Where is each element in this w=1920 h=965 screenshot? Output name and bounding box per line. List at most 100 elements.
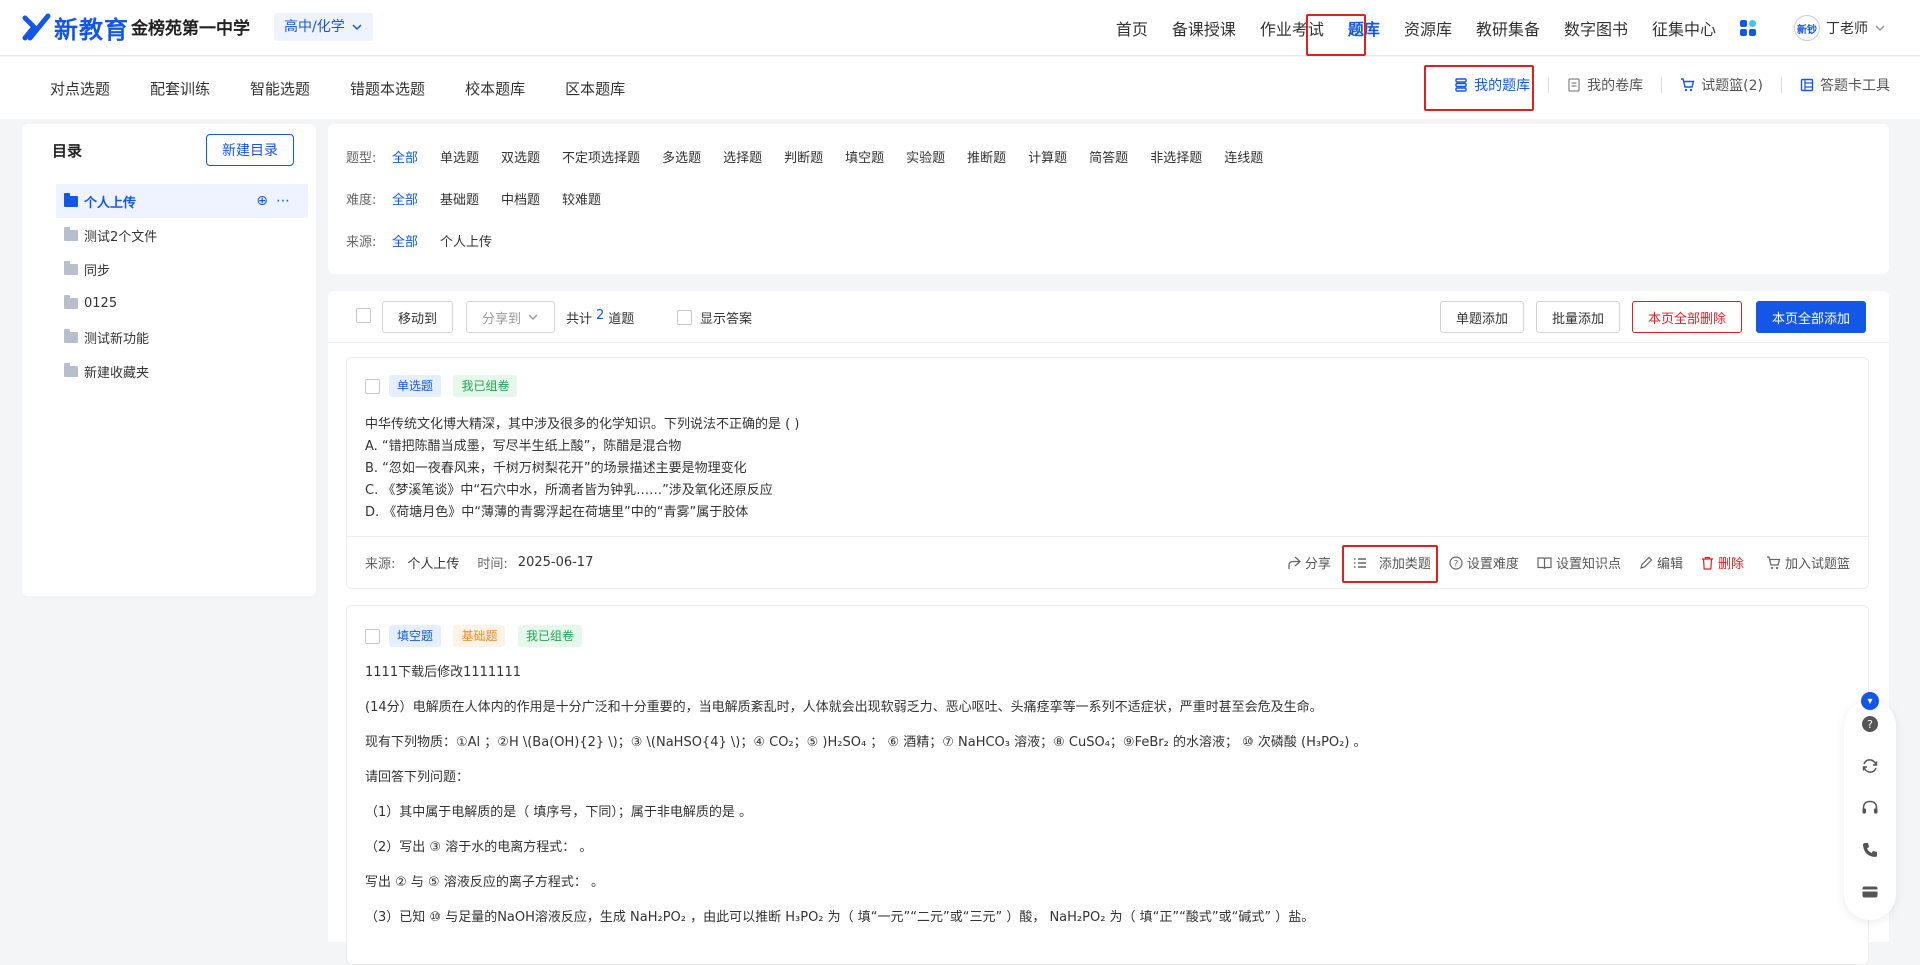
add-similar-action[interactable]: 添加类题 — [1353, 553, 1431, 572]
directory-label: 测试新功能 — [84, 331, 150, 347]
question-checkbox[interactable] — [365, 379, 380, 394]
phone-icon[interactable] — [1860, 840, 1880, 860]
nav-collection-center[interactable]: 征集中心 — [1652, 16, 1716, 40]
directory-item[interactable]: 0125 — [56, 286, 308, 320]
filter-type-option[interactable]: 不定项选择题 — [562, 147, 640, 166]
new-directory-button[interactable]: 新建目录 — [206, 134, 294, 166]
filter-difficulty-option[interactable]: 中档题 — [501, 189, 540, 208]
subtab-district-bank[interactable]: 区本题库 — [565, 78, 625, 99]
nav-question-bank[interactable]: 题库 — [1348, 16, 1380, 40]
question-line: (14分）电解质在人体内的作用是十分广泛和十分重要的，当电解质紊乱时，人体就会出… — [365, 700, 1323, 715]
filter-type-option[interactable]: 计算题 — [1028, 147, 1067, 166]
filter-type-option[interactable]: 全部 — [392, 147, 418, 166]
delete-action[interactable]: 删除 — [1701, 553, 1744, 572]
show-answer-checkbox[interactable] — [677, 310, 692, 325]
filter-type-option[interactable]: 判断题 — [784, 147, 823, 166]
card-icon[interactable] — [1860, 882, 1880, 902]
single-add-button[interactable]: 单题添加 — [1440, 301, 1525, 333]
sub-nav-bar: 对点选题 配套训练 智能选题 错题本选题 校本题库 区本题库 我的题库 我的卷库… — [0, 57, 1920, 119]
add-circle-icon[interactable]: ⊕ — [256, 193, 268, 209]
filter-difficulty-option[interactable]: 基础题 — [440, 189, 479, 208]
subtab-matching-training[interactable]: 配套训练 — [150, 78, 210, 99]
add-to-basket-action[interactable]: 加入试题篮 — [1766, 553, 1850, 572]
question-line: 写出 ② 与 ⑤ 溶液反应的离子方程式： 。 — [365, 875, 604, 890]
my-paper-bank-link[interactable]: 我的卷库 — [1549, 77, 1663, 94]
set-knowledge-action[interactable]: 设置知识点 — [1537, 553, 1621, 572]
directory-list: 个人上传 ⊕ ⋯ 测试2个文件 同步 0125 测试新功能 新建收藏夹 — [56, 184, 308, 388]
filter-source-option[interactable]: 个人上传 — [440, 231, 492, 250]
filter-type-option[interactable]: 推断题 — [967, 147, 1006, 166]
subject-selector[interactable]: 高中/化学 — [274, 13, 373, 41]
directory-item[interactable]: 同步 — [56, 252, 308, 286]
top-bar: 新教育 金榜苑第一中学 高中/化学 首页 备课授课 作业考试 题库 资源库 教研… — [0, 0, 1920, 56]
nav-resources[interactable]: 资源库 — [1404, 16, 1452, 40]
document-icon — [1568, 78, 1580, 92]
nav-lesson-prep[interactable]: 备课授课 — [1172, 16, 1236, 40]
nav-homework-exam[interactable]: 作业考试 — [1260, 16, 1324, 40]
refresh-icon[interactable] — [1860, 756, 1880, 776]
delete-page-all-button[interactable]: 本页全部删除 — [1632, 301, 1743, 333]
filter-source-option[interactable]: 全部 — [392, 231, 418, 250]
filter-difficulty-option[interactable]: 全部 — [392, 189, 418, 208]
total-number: 2 — [596, 308, 605, 323]
filter-type-option[interactable]: 填空题 — [845, 147, 884, 166]
select-all-checkbox[interactable] — [356, 308, 371, 323]
add-similar-label: 添加类题 — [1378, 557, 1431, 572]
nav-home[interactable]: 首页 — [1116, 16, 1148, 40]
directory-item-personal-upload[interactable]: 个人上传 ⊕ ⋯ — [56, 184, 308, 218]
logo[interactable]: 新教育 — [22, 11, 129, 44]
headset-icon[interactable] — [1860, 798, 1880, 818]
filter-type-option[interactable]: 非选择题 — [1150, 147, 1202, 166]
share-action[interactable]: 分享 — [1287, 553, 1331, 572]
apps-grid-icon[interactable] — [1740, 20, 1756, 36]
filter-type-option[interactable]: 实验题 — [906, 147, 945, 166]
question-option: B. “忽如一夜春风来，千树万树梨花开”的场景描述主要是物理变化 — [365, 461, 747, 476]
question-basket-link[interactable]: 试题篮(2) — [1662, 77, 1782, 94]
filter-type-option[interactable]: 双选题 — [501, 147, 540, 166]
filter-type-option[interactable]: 多选题 — [662, 147, 701, 166]
subtab-mistake-selection[interactable]: 错题本选题 — [350, 78, 425, 99]
edit-icon — [1640, 556, 1653, 569]
question-option: A. “错把陈醋当成墨，写尽半生纸上酸”，陈醋是混合物 — [365, 439, 682, 454]
question-line: 请回答下列问题： — [365, 770, 470, 785]
add-page-all-button[interactable]: 本页全部添加 — [1756, 301, 1867, 333]
directory-actions: ⊕ ⋯ — [256, 193, 290, 209]
question-actions: 分享 添加类题 ? 设置难度 设置知识点 编辑 删除 加入试题篮 — [1269, 553, 1868, 572]
delete-label: 删除 — [1717, 557, 1744, 572]
question-checkbox[interactable] — [365, 629, 380, 644]
my-question-bank-link[interactable]: 我的题库 — [1436, 77, 1550, 94]
question-option: D. 《荷塘月色》中“薄薄的青雾浮起在荷塘里”中的“青雾”属于胶体 — [365, 505, 749, 520]
set-difficulty-action[interactable]: ? 设置难度 — [1449, 553, 1519, 572]
show-answer-toggle[interactable]: 显示答案 — [677, 308, 752, 327]
move-to-button[interactable]: 移动到 — [382, 301, 454, 333]
filter-type-option[interactable]: 连线题 — [1224, 147, 1263, 166]
directory-item[interactable]: 测试新功能 — [56, 320, 308, 354]
filter-type-option[interactable]: 单选题 — [440, 147, 479, 166]
svg-text:?: ? — [1454, 559, 1459, 569]
filter-type-option[interactable]: 简答题 — [1089, 147, 1128, 166]
main-nav: 首页 备课授课 作业考试 题库 资源库 教研集备 数字图书 征集中心 新钞 丁老… — [1116, 0, 1920, 56]
subtab-point-selection[interactable]: 对点选题 — [50, 78, 110, 99]
folder-icon — [64, 294, 78, 309]
user-name: 丁老师 — [1826, 21, 1868, 37]
nav-digital-books[interactable]: 数字图书 — [1564, 16, 1628, 40]
more-icon[interactable]: ⋯ — [276, 193, 290, 209]
filter-difficulty-option[interactable]: 较难题 — [562, 189, 601, 208]
nav-teaching-research[interactable]: 教研集备 — [1476, 16, 1540, 40]
edit-action[interactable]: 编辑 — [1639, 553, 1683, 572]
share-label: 分享 — [1304, 557, 1331, 572]
subtab-school-bank[interactable]: 校本题库 — [465, 78, 525, 99]
batch-add-button[interactable]: 批量添加 — [1536, 301, 1621, 333]
tag-used-in-paper: 我已组卷 — [453, 375, 518, 397]
user-menu[interactable]: 新钞 丁老师 — [1794, 15, 1886, 41]
directory-item[interactable]: 测试2个文件 — [56, 218, 308, 252]
answer-card-tool-link[interactable]: 答题卡工具 — [1782, 77, 1890, 94]
collapse-badge-icon[interactable]: ▾ — [1861, 692, 1879, 710]
filter-type-option[interactable]: 选择题 — [723, 147, 762, 166]
share-to-button[interactable]: 分享到 — [466, 301, 556, 333]
answer-card-icon — [1800, 78, 1814, 92]
subtab-smart-selection[interactable]: 智能选题 — [250, 78, 310, 99]
total-suffix: 道题 — [608, 312, 635, 327]
help-icon[interactable]: ? — [1860, 714, 1880, 734]
directory-item[interactable]: 新建收藏夹 — [56, 354, 308, 388]
